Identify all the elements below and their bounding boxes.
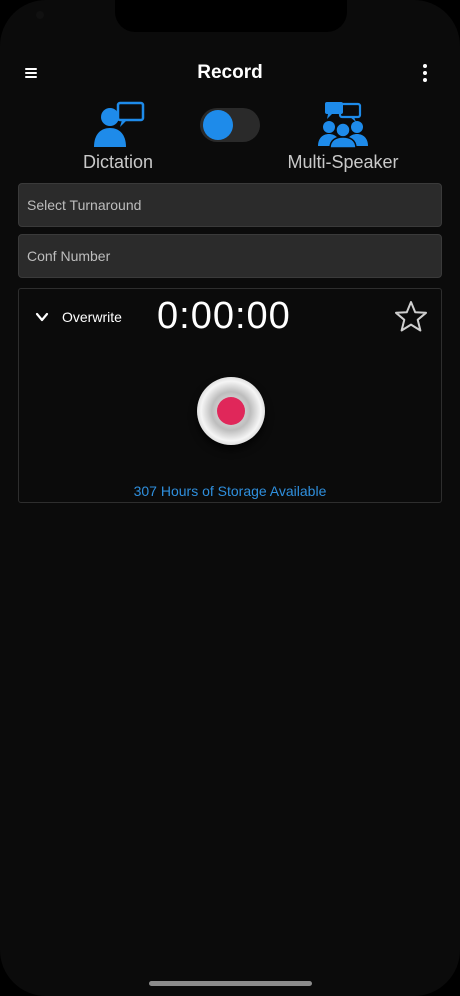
record-icon [217, 397, 245, 425]
chevron-down-icon [35, 312, 49, 322]
conf-number-field[interactable] [18, 234, 442, 278]
status-bar-icon [36, 11, 44, 19]
record-button[interactable] [197, 377, 265, 445]
dictation-mode-option[interactable]: Dictation [70, 100, 166, 173]
toggle-knob [203, 110, 233, 140]
recorder-card: Overwrite 0:00:00 307 Hours of Storage A… [18, 288, 442, 503]
multi-speaker-icon [318, 102, 368, 148]
app-header: Record [0, 56, 460, 92]
device-notch [115, 0, 347, 32]
star-icon[interactable] [393, 299, 429, 335]
turnaround-input[interactable] [19, 184, 441, 226]
overwrite-label: Overwrite [62, 309, 122, 325]
dictation-label: Dictation [82, 152, 154, 172]
multi-speaker-mode-option[interactable]: Multi-Speaker [280, 100, 406, 173]
single-speaker-icon [94, 101, 145, 147]
home-indicator [149, 981, 312, 986]
recording-timer: 0:00:00 [157, 295, 291, 337]
mode-selector: Dictation Multi-Speaker [0, 100, 460, 180]
conf-number-input[interactable] [19, 235, 441, 277]
storage-available-text[interactable]: 307 Hours of Storage Available [19, 483, 441, 499]
turnaround-select[interactable] [18, 183, 442, 227]
phone-screen: Record Dictation Multi-Speaker Select Tu… [0, 0, 460, 996]
overwrite-dropdown[interactable]: Overwrite [35, 307, 122, 327]
kebab-menu-icon[interactable] [422, 64, 428, 84]
mode-toggle[interactable] [200, 108, 260, 142]
page-title: Record [197, 62, 263, 83]
multi-speaker-label: Multi-Speaker [287, 152, 399, 172]
